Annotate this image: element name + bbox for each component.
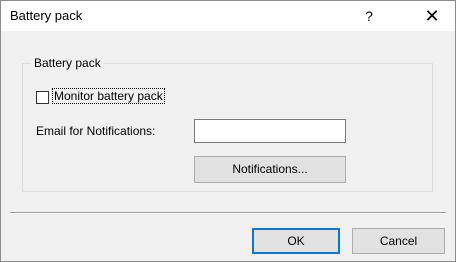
window-title: Battery pack xyxy=(10,8,83,23)
title-bar: Battery pack ? ✕ xyxy=(1,1,455,31)
close-button[interactable]: ✕ xyxy=(419,4,445,28)
battery-pack-dialog: Battery pack ? ✕ Battery pack Monitor ba… xyxy=(0,0,456,262)
cancel-button[interactable]: Cancel xyxy=(352,228,445,254)
groupbox-legend: Battery pack xyxy=(31,56,104,70)
close-icon: ✕ xyxy=(424,6,440,26)
email-notifications-input[interactable] xyxy=(194,119,346,143)
footer-separator xyxy=(10,212,446,214)
notifications-button[interactable]: Notifications... xyxy=(194,156,346,183)
question-mark-icon: ? xyxy=(365,8,373,24)
monitor-battery-pack-label[interactable]: Monitor battery pack xyxy=(52,88,165,104)
email-notifications-label: Email for Notifications: xyxy=(36,124,156,138)
help-button[interactable]: ? xyxy=(357,6,381,26)
monitor-battery-pack-checkbox[interactable] xyxy=(36,91,49,104)
ok-button[interactable]: OK xyxy=(252,228,340,254)
